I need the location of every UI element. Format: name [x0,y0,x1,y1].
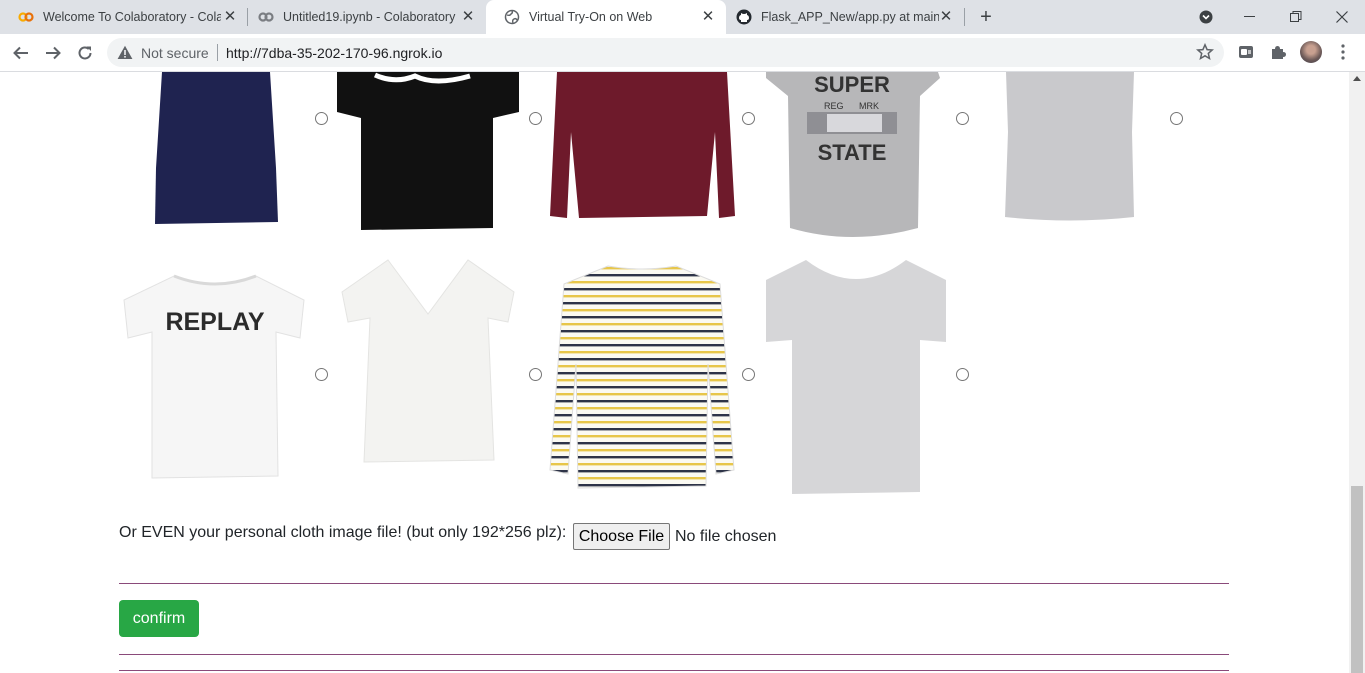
print-text-mrk: MRK [859,101,879,111]
cloth-radio[interactable] [956,368,969,381]
profile-avatar[interactable] [1300,41,1322,63]
cloth-white-v-neck-tee [341,259,515,463]
tab-search-icon[interactable] [1183,0,1229,34]
puzzle-icon[interactable] [1267,41,1289,63]
tab-github-app[interactable]: Flask_APP_New/app.py at main · ✕ [718,0,964,34]
address-bar[interactable]: Not secure http://7dba-35-202-170-96.ngr… [107,38,1224,67]
cloth-grey-superstate-tee: SUPER REG MRK STATE [766,72,940,237]
new-tab-button[interactable]: + [975,6,997,28]
print-text-state: STATE [818,140,887,165]
extension-icon[interactable] [1235,41,1257,63]
upload-label: Or EVEN your personal cloth image file! … [119,524,567,541]
address-divider [217,44,218,61]
security-label[interactable]: Not secure [141,45,209,61]
divider [119,670,1229,671]
globe-icon [504,9,520,25]
cloth-radio[interactable] [1170,112,1183,125]
reload-button[interactable] [72,40,98,66]
cloth-grey-tank-top [1005,72,1134,221]
minimize-icon[interactable] [1227,0,1273,34]
restore-icon[interactable] [1273,0,1319,34]
browser-toolbar: Not secure http://7dba-35-202-170-96.ngr… [0,34,1365,72]
cloth-light-grey-tee [766,260,946,494]
cloth-radio[interactable] [315,368,328,381]
close-icon[interactable]: ✕ [700,9,716,25]
tab-divider [964,8,965,26]
confirm-button[interactable]: confirm [119,600,199,637]
tab-title: Untitled19.ipynb - Colaboratory [283,10,456,24]
arrow-right-icon [46,46,61,60]
colab-icon [258,9,274,25]
close-icon[interactable]: ✕ [460,9,476,25]
divider [119,654,1229,655]
cloth-radio[interactable] [529,368,542,381]
tab-welcome-colab[interactable]: Welcome To Colaboratory - Colab ✕ [0,0,248,34]
page-content: SUPER REG MRK STATE REPLAY Or EVEN your … [0,72,1349,673]
tab-title: Virtual Try-On on Web [529,10,653,24]
tab-title: Welcome To Colaboratory - Colab [43,10,221,24]
cloth-radio[interactable] [742,112,755,125]
close-icon[interactable]: ✕ [222,9,238,25]
tab-title: Flask_APP_New/app.py at main · [761,10,939,24]
cloth-black-graphic-tee [337,72,519,230]
close-icon[interactable]: ✕ [938,9,954,25]
print-text-reg: REG [824,101,844,111]
scroll-up-icon[interactable] [1353,76,1361,81]
tab-untitled19[interactable]: Untitled19.ipynb - Colaboratory ✕ [240,0,486,34]
cloth-radio[interactable] [315,112,328,125]
kebab-menu-icon[interactable] [1332,41,1354,63]
tab-virtual-tryon[interactable]: Virtual Try-On on Web ✕ [486,0,726,34]
vertical-scrollbar[interactable] [1349,72,1365,673]
close-window-icon[interactable] [1319,0,1365,34]
cloth-striped-long-sleeve [549,265,735,489]
print-text-replay: REPLAY [165,308,264,336]
reload-icon [78,46,92,60]
forward-button[interactable] [40,40,66,66]
divider [119,583,1229,584]
cloth-navy-tank-top [155,72,278,224]
cloth-white-replay-tee: REPLAY [123,274,305,479]
cloth-radio[interactable] [742,368,755,381]
url-text[interactable]: http://7dba-35-202-170-96.ngrok.io [226,45,442,61]
scrollbar-thumb[interactable] [1351,486,1363,673]
print-text-super: SUPER [814,72,890,97]
bookmark-star-icon[interactable] [1195,42,1215,66]
arrow-left-icon [13,46,28,60]
warning-icon[interactable] [117,45,133,65]
file-status: No file chosen [675,528,777,545]
tab-strip: Welcome To Colaboratory - Colab ✕ Untitl… [0,0,1365,34]
colab-icon [18,9,34,25]
cloth-burgundy-long-sleeve [550,72,735,218]
cloth-radio[interactable] [956,112,969,125]
cloth-radio[interactable] [529,112,542,125]
choose-file-button[interactable]: Choose File [573,523,670,550]
back-button[interactable] [8,40,34,66]
github-icon [736,9,752,25]
